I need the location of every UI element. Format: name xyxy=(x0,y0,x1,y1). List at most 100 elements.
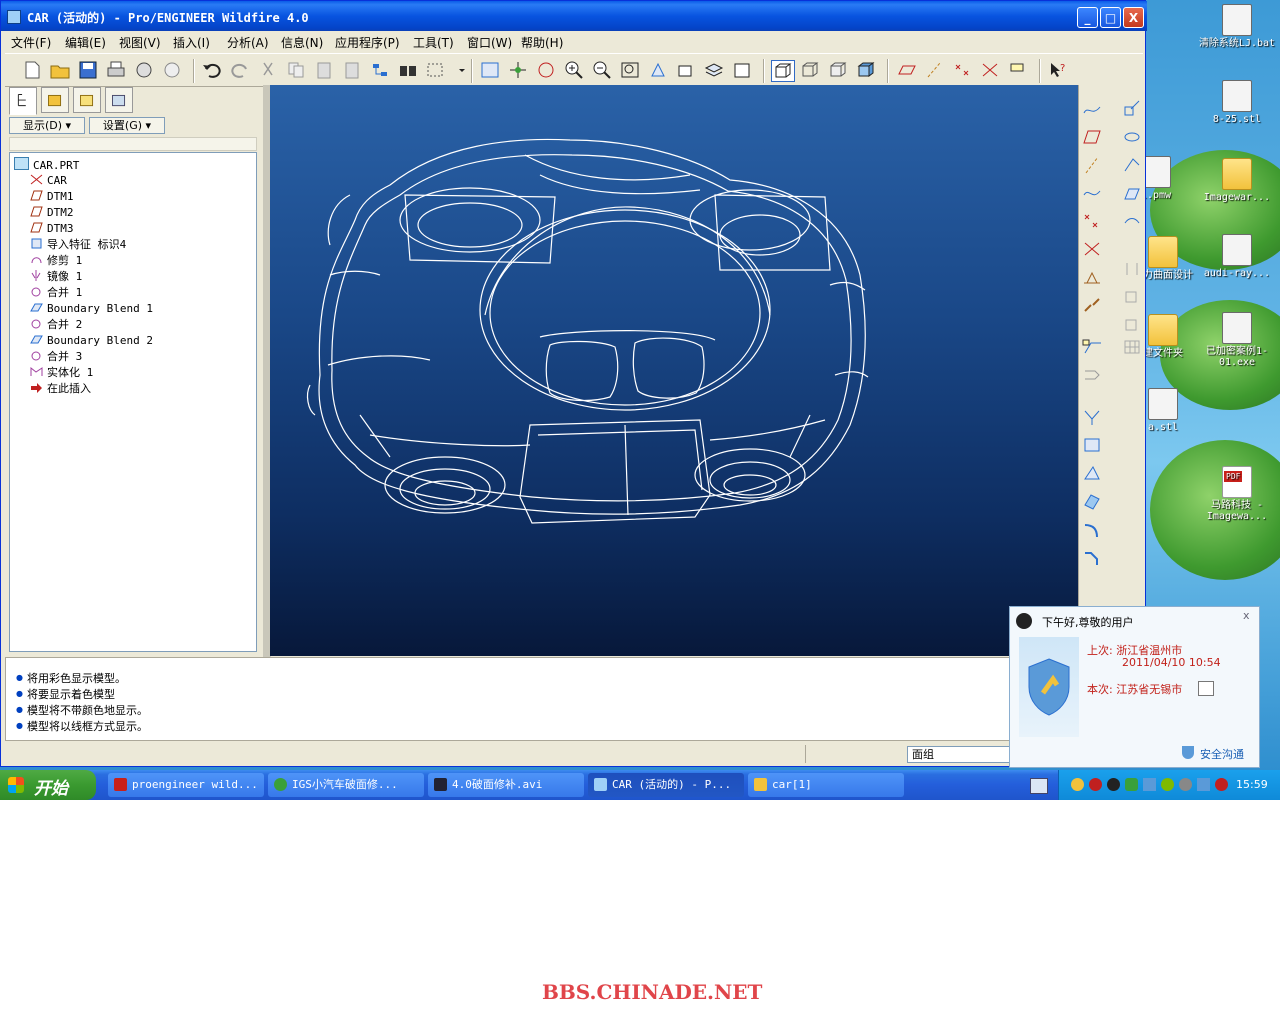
zoom-in-icon[interactable] xyxy=(563,60,585,80)
paste-special-icon[interactable] xyxy=(341,60,363,80)
datum-axis-tool-icon[interactable] xyxy=(1081,155,1103,175)
refit-icon[interactable] xyxy=(619,60,641,80)
datum-axis-display-icon[interactable] xyxy=(923,60,945,80)
datum-point-tool-icon[interactable] xyxy=(1081,211,1103,231)
volume-tray-icon[interactable] xyxy=(1179,778,1192,791)
scale-tool-icon[interactable] xyxy=(1121,99,1143,119)
show-dropdown-button[interactable]: 显示(D) ▾ xyxy=(9,117,85,134)
folder-browser-tab[interactable] xyxy=(41,87,69,113)
datum-point-display-icon[interactable] xyxy=(951,60,973,80)
tree-item-merge1[interactable]: 合并 1 xyxy=(30,285,82,301)
menu-view[interactable]: 视图(V) xyxy=(119,34,161,51)
desktop-icon-bat[interactable]: 清除系统LJ.bat xyxy=(1198,4,1276,49)
datum-plane-tool-icon[interactable] xyxy=(1081,127,1103,147)
orient-mode-icon[interactable] xyxy=(535,60,557,80)
tray-app-icon[interactable] xyxy=(1071,778,1084,791)
tree-item-import-feature[interactable]: 导入特征 标识4 xyxy=(30,237,126,253)
favorites-tab[interactable] xyxy=(73,87,101,113)
open-folder-icon[interactable] xyxy=(49,60,71,80)
tree-item-dtm2[interactable]: DTM2 xyxy=(30,205,74,221)
find-icon[interactable] xyxy=(397,60,419,80)
menu-edit[interactable]: 编辑(E) xyxy=(65,34,106,51)
desktop-icon-encrypted-exe[interactable]: 已加密案例1-01.exe xyxy=(1198,312,1276,368)
boundary-blend-tool-icon[interactable] xyxy=(1121,211,1143,231)
desktop-icon-audi[interactable]: audi-ray... xyxy=(1198,234,1276,279)
revolve-tool-icon[interactable] xyxy=(1121,127,1143,147)
send-link-icon[interactable] xyxy=(161,60,183,80)
taskbar-item-folder[interactable]: car[1] xyxy=(748,773,904,797)
tree-item-boundary-blend1[interactable]: Boundary Blend 1 xyxy=(30,301,153,317)
security-tray-icon[interactable] xyxy=(1125,778,1138,791)
spin-center-icon[interactable] xyxy=(507,60,529,80)
tree-item-solidify1[interactable]: 实体化 1 xyxy=(30,365,93,381)
context-help-icon[interactable]: ? xyxy=(1047,60,1069,80)
tree-item-merge2[interactable]: 合并 2 xyxy=(30,317,82,333)
chain-tool-icon[interactable] xyxy=(1081,295,1103,315)
redo-icon[interactable] xyxy=(229,60,251,80)
tree-item-dtm3[interactable]: DTM3 xyxy=(30,221,74,237)
csys-display-icon[interactable] xyxy=(979,60,1001,80)
draft-tool-icon[interactable] xyxy=(1121,315,1143,335)
copy-icon[interactable] xyxy=(285,60,307,80)
minimize-button[interactable]: _ xyxy=(1077,7,1098,28)
model-tree-tab[interactable] xyxy=(9,87,37,115)
qq-secure-chat-link[interactable]: 安全沟通 xyxy=(1200,746,1244,762)
qq-tray-icon[interactable] xyxy=(1107,778,1120,791)
tree-item-boundary-blend2[interactable]: Boundary Blend 2 xyxy=(30,333,153,349)
paste-icon[interactable] xyxy=(313,60,335,80)
annotation-display-icon[interactable] xyxy=(1007,60,1029,80)
regenerate-icon[interactable] xyxy=(369,60,391,80)
taskbar-item-proe[interactable]: CAR (活动的) - P... xyxy=(588,773,744,797)
print-icon[interactable] xyxy=(105,60,127,80)
extend-tool-icon[interactable] xyxy=(1081,337,1103,357)
analysis-feature-tool-icon[interactable] xyxy=(1081,267,1103,287)
menu-file[interactable]: 文件(F) xyxy=(11,34,51,51)
taskbar-item-browser[interactable]: IGS小汽车破面修... xyxy=(268,773,424,797)
menu-info[interactable]: 信息(N) xyxy=(281,34,323,51)
merge-tool-icon[interactable] xyxy=(1081,407,1103,427)
menu-tools[interactable]: 工具(T) xyxy=(413,34,454,51)
taskbar-item-video[interactable]: 4.0破面修补.avi xyxy=(428,773,584,797)
tray-app-icon[interactable] xyxy=(1161,778,1174,791)
datum-plane-display-icon[interactable] xyxy=(895,60,917,80)
trim-tool-icon[interactable] xyxy=(1081,435,1103,455)
no-hidden-icon[interactable] xyxy=(827,60,849,80)
datum-curve-tool-icon[interactable] xyxy=(1081,183,1103,203)
layers-icon[interactable] xyxy=(703,60,725,80)
view-manager-icon[interactable] xyxy=(731,60,753,80)
menu-applications[interactable]: 应用程序(P) xyxy=(335,34,400,51)
keyboard-icon[interactable] xyxy=(1030,778,1048,794)
round-tool-icon[interactable] xyxy=(1081,519,1103,539)
reorient-icon[interactable] xyxy=(647,60,669,80)
close-button[interactable]: X xyxy=(1123,7,1144,28)
menu-help[interactable]: 帮助(H) xyxy=(521,34,563,51)
desktop-icon-imagewar-folder[interactable]: Imagewar... xyxy=(1198,158,1276,203)
shading-icon[interactable] xyxy=(855,60,877,80)
new-file-icon[interactable] xyxy=(21,60,43,80)
connections-tab[interactable] xyxy=(105,87,133,113)
title-bar[interactable]: CAR (活动的) - Pro/ENGINEER Wildfire 4.0 _ … xyxy=(1,1,1147,31)
maximize-button[interactable]: □ xyxy=(1100,7,1121,28)
thicken-tool-icon[interactable] xyxy=(1081,463,1103,483)
edit-note-icon[interactable] xyxy=(1198,681,1214,696)
pattern-tool-icon[interactable] xyxy=(1121,337,1143,357)
clock[interactable]: 15:59 xyxy=(1236,778,1268,791)
tray-app-icon[interactable] xyxy=(1197,778,1210,791)
graphics-viewport[interactable] xyxy=(270,85,1078,656)
antivirus-tray-icon[interactable] xyxy=(1215,778,1228,791)
tree-item-csys[interactable]: CAR xyxy=(30,173,67,189)
sketch-tool-icon[interactable] xyxy=(1081,99,1103,119)
qq-close-button[interactable]: x xyxy=(1243,609,1250,622)
selection-filter-select[interactable]: 面组 xyxy=(907,746,1011,763)
repaint-icon[interactable] xyxy=(479,60,501,80)
save-icon[interactable] xyxy=(77,60,99,80)
start-button[interactable]: 开始 xyxy=(0,770,96,800)
undo-icon[interactable] xyxy=(201,60,223,80)
send-mail-icon[interactable] xyxy=(133,60,155,80)
tray-app-icon[interactable] xyxy=(1089,778,1102,791)
tree-item-car-prt[interactable]: CAR.PRT xyxy=(14,157,79,173)
rib-tool-icon[interactable] xyxy=(1121,287,1143,307)
tree-item-mirror1[interactable]: 镜像 1 xyxy=(30,269,82,285)
menu-window[interactable]: 窗口(W) xyxy=(467,34,512,51)
tree-item-merge3[interactable]: 合并 3 xyxy=(30,349,82,365)
